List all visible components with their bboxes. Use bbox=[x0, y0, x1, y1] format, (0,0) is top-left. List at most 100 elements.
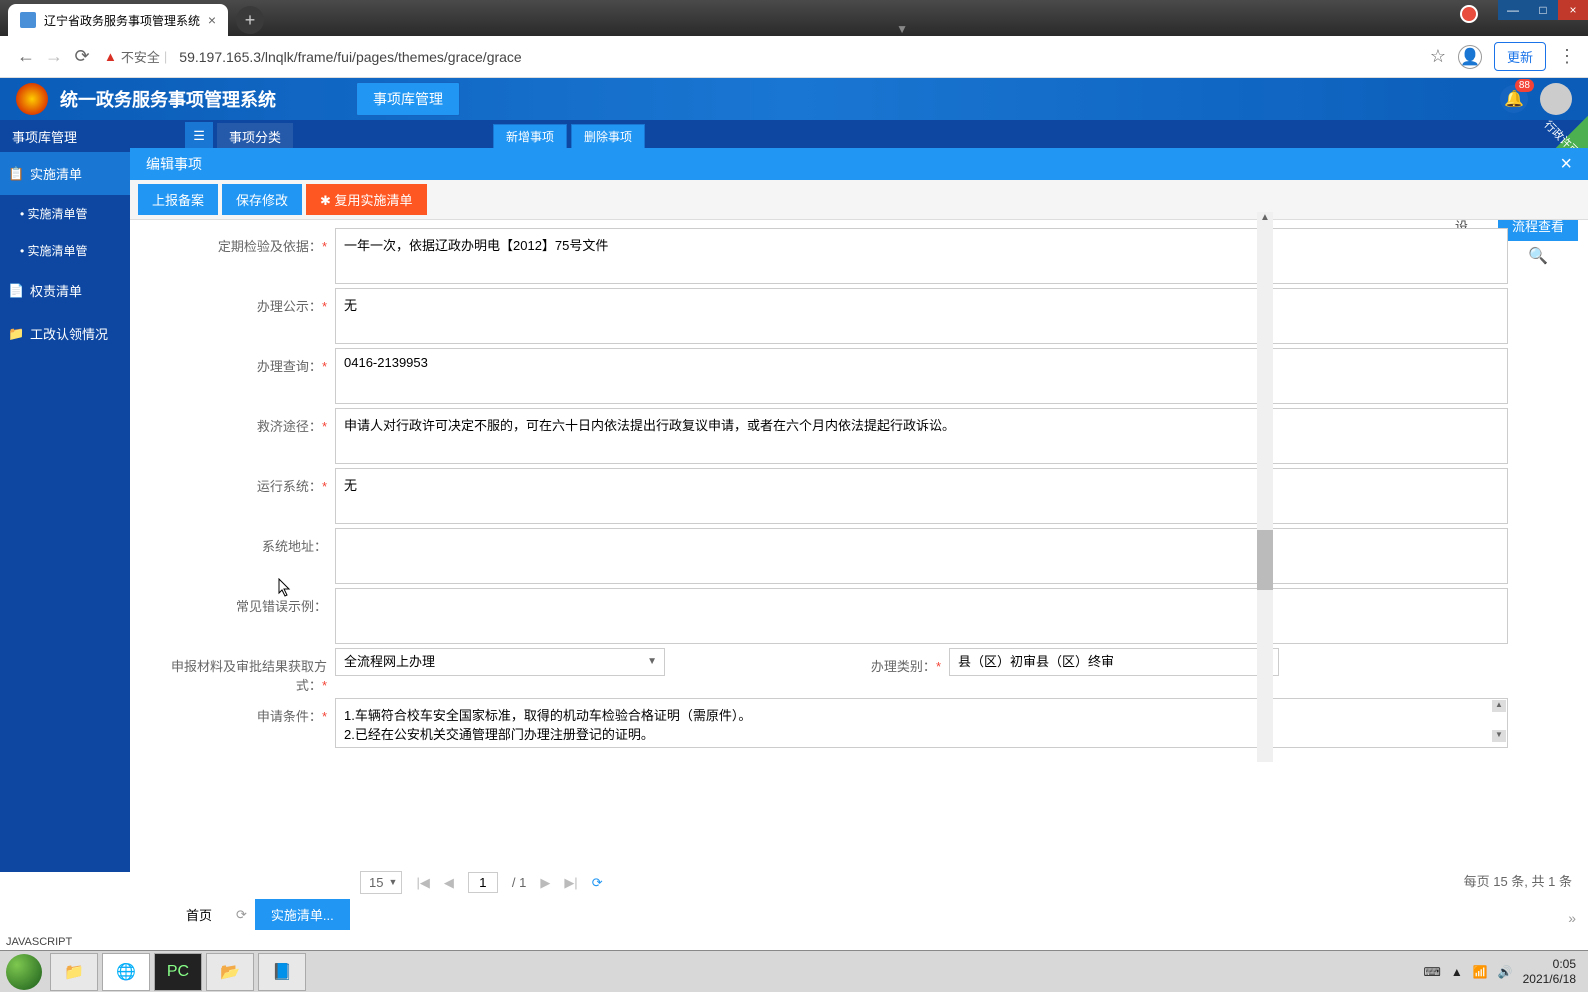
input-remedy[interactable] bbox=[335, 408, 1508, 464]
submit-button[interactable]: 上报备案 bbox=[138, 184, 218, 215]
save-button[interactable]: 保存修改 bbox=[222, 184, 302, 215]
scroll-up-arrow-icon[interactable]: ▲ bbox=[1257, 212, 1273, 228]
list-icon: 📋 bbox=[8, 166, 24, 182]
sidebar-subitem-1[interactable]: • 实施清单管 bbox=[0, 195, 130, 232]
profile-icon[interactable]: 👤 bbox=[1458, 45, 1482, 69]
app-logo bbox=[16, 83, 48, 115]
nav-tab-category[interactable]: 事项分类 bbox=[217, 123, 293, 150]
address-bar[interactable]: ▲ 不安全 | 59.197.165.3/lnqlk/frame/fui/pag… bbox=[104, 47, 1430, 66]
tray-network-icon[interactable]: 📶 bbox=[1473, 965, 1488, 979]
task-folder[interactable]: 📂 bbox=[206, 953, 254, 991]
textarea-scrollbar[interactable]: ▲ ▼ bbox=[1492, 700, 1506, 742]
scroll-up-icon[interactable]: ▲ bbox=[1492, 700, 1506, 712]
sidebar-item-responsibility[interactable]: 📄 权责清单 bbox=[0, 269, 130, 312]
delete-item-button[interactable]: 删除事项 bbox=[571, 124, 645, 149]
tab-favicon bbox=[20, 12, 36, 28]
notification-bell-icon[interactable]: 🔔 88 bbox=[1500, 85, 1528, 113]
reuse-button[interactable]: ✱ 复用实施清单 bbox=[306, 184, 427, 215]
first-page-button[interactable]: |◀ bbox=[416, 875, 429, 891]
tray-flag-icon[interactable]: ▲ bbox=[1451, 965, 1463, 979]
window-maximize-button[interactable]: □ bbox=[1528, 0, 1558, 20]
input-periodic-check[interactable] bbox=[335, 228, 1508, 284]
window-minimize-button[interactable]: — bbox=[1498, 0, 1528, 20]
breadcrumb[interactable]: 事项库管理 bbox=[12, 127, 77, 146]
recording-indicator-icon bbox=[1460, 5, 1478, 23]
modal-toolbar: 上报备案 保存修改 ✱ 复用实施清单 bbox=[130, 180, 1588, 220]
select-handle-type[interactable]: 县（区）初审县（区）终审 bbox=[949, 648, 1279, 676]
start-button[interactable] bbox=[0, 951, 48, 993]
sidebar: 📋 实施清单 • 实施清单管 • 实施清单管 📄 权责清单 📁 工改认领情况 bbox=[0, 152, 130, 872]
tab-implement-list[interactable]: 实施清单... bbox=[255, 899, 350, 930]
last-page-button[interactable]: ▶| bbox=[564, 875, 577, 891]
reload-button[interactable]: ⟳ bbox=[68, 43, 96, 71]
label-periodic-check: 定期检验及依据：* bbox=[170, 228, 335, 255]
sidebar-subitem-2[interactable]: • 实施清单管 bbox=[0, 232, 130, 269]
menu-icon[interactable]: ⋮ bbox=[1558, 46, 1576, 67]
tab-home[interactable]: 首页 bbox=[170, 899, 228, 930]
pagination: 15 |◀ ◀ / 1 ▶ ▶| ⟳ bbox=[360, 871, 603, 894]
app-title: 统一政务服务事项管理系统 bbox=[60, 86, 276, 112]
label-sys-addr: 系统地址： bbox=[170, 528, 335, 555]
tab-close-icon[interactable]: × bbox=[208, 12, 216, 28]
status-text: JAVASCRIPT bbox=[6, 936, 72, 948]
task-app[interactable]: 📘 bbox=[258, 953, 306, 991]
page-info: 每页 15 条, 共 1 条 bbox=[1464, 871, 1572, 890]
browser-tab[interactable]: 辽宁省政务服务事项管理系统 × bbox=[8, 4, 228, 36]
input-error-example[interactable] bbox=[335, 588, 1508, 644]
input-inquiry[interactable] bbox=[335, 348, 1508, 404]
label-remedy: 救济途径：* bbox=[170, 408, 335, 435]
new-item-button[interactable]: 新增事项 bbox=[493, 124, 567, 149]
header-main-button[interactable]: 事项库管理 bbox=[356, 82, 460, 116]
modal-close-icon[interactable]: × bbox=[1560, 153, 1572, 176]
browser-toolbar: ← → ⟳ ▲ 不安全 | 59.197.165.3/lnqlk/frame/f… bbox=[0, 36, 1588, 78]
input-system[interactable] bbox=[335, 468, 1508, 524]
bookmark-icon[interactable]: ☆ bbox=[1430, 46, 1446, 67]
tray-sound-icon[interactable]: 🔊 bbox=[1498, 965, 1513, 979]
doc-icon: 📄 bbox=[8, 283, 24, 299]
input-publicity[interactable] bbox=[335, 288, 1508, 344]
window-close-button[interactable]: × bbox=[1558, 0, 1588, 20]
forward-button[interactable]: → bbox=[40, 43, 68, 71]
back-button[interactable]: ← bbox=[12, 43, 40, 71]
modal-scrollbar[interactable]: ▲ bbox=[1257, 212, 1273, 762]
prev-page-button[interactable]: ◀ bbox=[444, 875, 454, 891]
input-apply-condition[interactable] bbox=[335, 698, 1508, 748]
task-chrome[interactable]: 🌐 bbox=[102, 953, 150, 991]
form-area: 定期检验及依据：* 办理公示：* 办理查询：* 救济途径：* 运行系统：* 系统… bbox=[130, 220, 1588, 770]
input-sys-addr[interactable] bbox=[335, 528, 1508, 584]
page-size-select[interactable]: 15 bbox=[360, 871, 402, 894]
next-page-button[interactable]: ▶ bbox=[540, 875, 550, 891]
refresh-page-button[interactable]: ⟳ bbox=[592, 875, 603, 891]
refresh-icon[interactable]: ⟳ bbox=[236, 907, 247, 923]
windows-taskbar: 📁 🌐 PC 📂 📘 ⌨ ▲ 📶 🔊 0:05 2021/6/18 bbox=[0, 950, 1588, 992]
tray-ime-icon[interactable]: ⌨ bbox=[1423, 965, 1440, 979]
bottom-tabs: 首页 ⟳ 实施清单... bbox=[170, 899, 350, 930]
label-apply-condition: 申请条件：* bbox=[170, 698, 335, 725]
new-tab-button[interactable]: + bbox=[236, 6, 264, 34]
edit-modal: 编辑事项 × 上报备案 保存修改 ✱ 复用实施清单 定期检验及依据：* 办理公示… bbox=[130, 148, 1588, 768]
tray-clock[interactable]: 0:05 2021/6/18 bbox=[1523, 957, 1576, 986]
url-text: 59.197.165.3/lnqlk/frame/fui/pages/theme… bbox=[179, 49, 521, 65]
modal-scrollbar-thumb[interactable] bbox=[1257, 530, 1273, 590]
security-indicator[interactable]: ▲ 不安全 | bbox=[104, 47, 171, 66]
toggle-sidebar-icon[interactable]: ☰ bbox=[185, 122, 213, 150]
update-button[interactable]: 更新 bbox=[1494, 42, 1546, 71]
folder-icon: 📁 bbox=[8, 326, 24, 342]
label-system: 运行系统：* bbox=[170, 468, 335, 495]
select-apply-method[interactable]: 全流程网上办理 bbox=[335, 648, 665, 676]
task-explorer[interactable]: 📁 bbox=[50, 953, 98, 991]
tab-list-dropdown-icon[interactable]: ▼ bbox=[896, 22, 908, 36]
label-error-example: 常见错误示例： bbox=[170, 588, 335, 615]
label-inquiry: 办理查询：* bbox=[170, 348, 335, 375]
scroll-down-icon[interactable]: ▼ bbox=[1492, 730, 1506, 742]
task-pycharm[interactable]: PC bbox=[154, 953, 202, 991]
go-last-icon[interactable]: » bbox=[1568, 910, 1576, 926]
sidebar-item-implement[interactable]: 📋 实施清单 bbox=[0, 152, 130, 195]
user-avatar[interactable] bbox=[1540, 83, 1572, 115]
label-handle-type: 办理类别：* bbox=[849, 648, 949, 675]
sidebar-item-claim[interactable]: 📁 工改认领情况 bbox=[0, 312, 130, 355]
warning-icon: ▲ bbox=[104, 49, 117, 64]
page-input[interactable] bbox=[468, 872, 498, 893]
chevron-down-icon: ▼ bbox=[647, 656, 657, 667]
system-tray: ⌨ ▲ 📶 🔊 0:05 2021/6/18 bbox=[1423, 957, 1588, 986]
